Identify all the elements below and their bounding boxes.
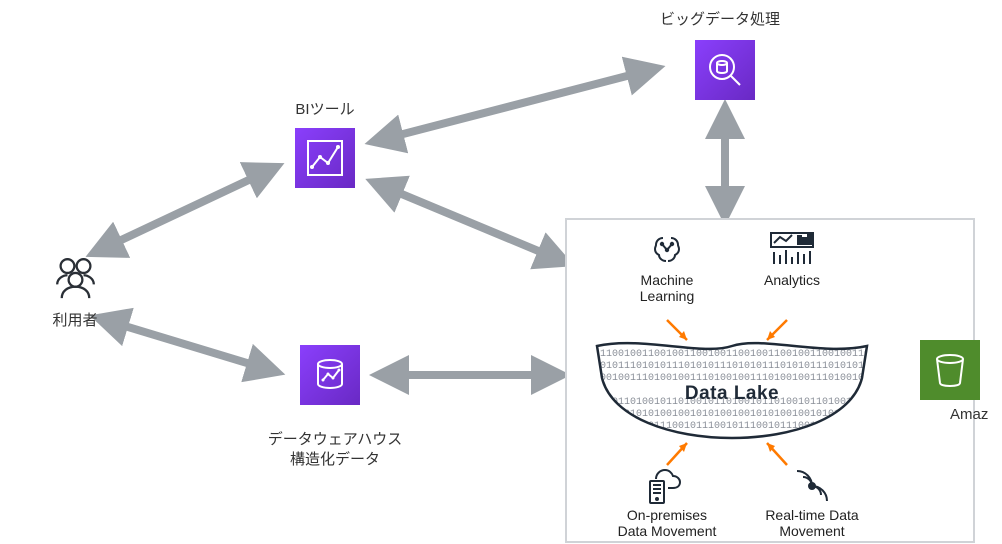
dl-realtime-group: Real-time Data Movement xyxy=(742,465,882,539)
bi-tool-label: BIツール xyxy=(275,100,375,120)
line-chart-icon xyxy=(304,137,346,179)
dwh-label: データウェアハウス 構造化データ xyxy=(235,430,435,469)
database-analytics-icon xyxy=(309,354,351,396)
arrow-users-bi xyxy=(100,170,270,250)
arrow-bi-bigdata xyxy=(380,70,650,140)
dl-onprem-label: On-premises Data Movement xyxy=(602,507,732,539)
arrow-bi-datalake xyxy=(380,185,560,260)
dwh-label-line2: 構造化データ xyxy=(290,451,380,468)
svg-text:110010011001001100100110010011: 1100100110010011001001100100110010011001… xyxy=(600,349,872,360)
big-data-label: ビッグデータ処理 xyxy=(620,10,820,30)
dl-ml-group: Machine Learning xyxy=(617,230,717,304)
dl-ml-label: Machine Learning xyxy=(617,272,717,304)
magnifier-db-icon xyxy=(704,49,746,91)
bucket-icon xyxy=(930,350,970,390)
users-icon xyxy=(48,250,103,305)
cloud-server-icon xyxy=(642,465,692,507)
dl-onprem-group: On-premises Data Movement xyxy=(602,465,732,539)
arrow-users-dwh xyxy=(105,320,270,370)
s3-tile xyxy=(920,340,980,400)
bi-tool-tile xyxy=(295,128,355,188)
data-lake-panel: Machine Learning Analytics xyxy=(565,218,975,543)
dwh-tile xyxy=(300,345,360,405)
s3-label: Amaz xyxy=(950,405,1002,425)
wave-ripple-icon xyxy=(789,465,835,507)
data-lake-title: Data Lake xyxy=(567,383,897,405)
users-label: 利用者 xyxy=(30,311,120,331)
dl-analytics-label: Analytics xyxy=(742,272,842,288)
analytics-icon xyxy=(768,230,816,268)
dl-analytics-group: Analytics xyxy=(742,230,842,288)
dwh-label-line1: データウェアハウス xyxy=(268,431,402,448)
svg-text:101110010111001011100101110010: 1011100101110010111001011100101110010111… xyxy=(600,421,872,432)
svg-text:010111010101110101011101010111: 0101110101011101010111010101110101011101… xyxy=(600,361,872,372)
users-group: 利用者 xyxy=(30,250,120,331)
big-data-tile xyxy=(695,40,755,100)
brain-icon xyxy=(646,230,688,272)
dl-realtime-label: Real-time Data Movement xyxy=(742,507,882,539)
